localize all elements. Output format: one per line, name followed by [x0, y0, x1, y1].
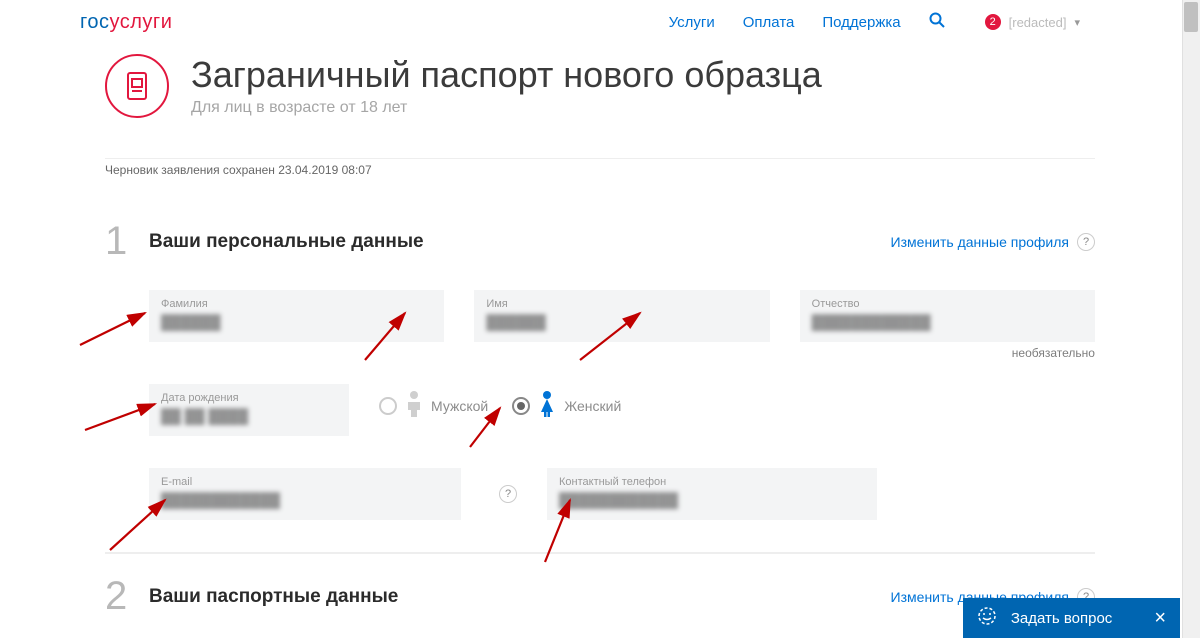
search-icon[interactable]	[929, 12, 945, 33]
help-icon[interactable]: ?	[499, 485, 517, 503]
logo-suffix: услуги	[109, 11, 172, 33]
phone-field[interactable]: Контактный телефон ████████████	[547, 468, 877, 520]
section-number-2: 2	[105, 574, 149, 619]
notification-badge[interactable]: 2	[985, 14, 1001, 30]
chat-button[interactable]: Задать вопрос ×	[963, 598, 1180, 638]
edit-profile-link-1[interactable]: Изменить данные профиля	[891, 234, 1069, 250]
firstname-value: ██████	[486, 314, 757, 332]
email-value: ████████████	[161, 492, 449, 510]
scrollbar-track[interactable]	[1182, 0, 1200, 638]
dob-label: Дата рождения	[161, 392, 337, 404]
firstname-field[interactable]: Имя ██████	[474, 290, 769, 342]
email-field[interactable]: E-mail ████████████	[149, 468, 461, 520]
lastname-value: ██████	[161, 314, 432, 332]
phone-label: Контактный телефон	[559, 476, 865, 488]
page-title: Заграничный паспорт нового образца	[191, 55, 822, 95]
email-label: E-mail	[161, 476, 449, 488]
section-title-1: Ваши персональные данные	[149, 231, 891, 253]
radio-unchecked-icon	[379, 397, 397, 415]
gender-female-option[interactable]: Женский	[512, 390, 621, 421]
close-icon[interactable]: ×	[1154, 607, 1166, 630]
lastname-label: Фамилия	[161, 298, 432, 310]
dob-field[interactable]: Дата рождения ██ ██ ████	[149, 384, 349, 436]
top-nav: Услуги Оплата Поддержка	[669, 12, 945, 33]
help-icon[interactable]: ?	[1077, 233, 1095, 251]
phone-value: ████████████	[559, 492, 865, 510]
section-passport-data: 2 Ваши паспортные данные Изменить данные…	[105, 574, 1095, 619]
gender-male-option[interactable]: Мужской	[379, 390, 488, 421]
nav-payment[interactable]: Оплата	[743, 14, 795, 31]
chevron-down-icon: ▾	[1074, 16, 1080, 29]
gender-female-label: Женский	[564, 398, 621, 414]
gender-male-label: Мужской	[431, 398, 488, 414]
middlename-optional-note: необязательно	[1012, 346, 1095, 360]
dob-value: ██ ██ ████	[161, 408, 337, 426]
female-person-icon	[536, 390, 558, 421]
chat-button-label: Задать вопрос	[1011, 610, 1112, 627]
page-subtitle: Для лиц в возрасте от 18 лет	[191, 99, 822, 117]
middlename-value: ████████████	[812, 314, 1083, 332]
radio-checked-icon	[512, 397, 530, 415]
firstname-label: Имя	[486, 298, 757, 310]
section-personal-data: 1 Ваши персональные данные Изменить данн…	[105, 219, 1095, 520]
user-menu[interactable]: 2 [redacted] ▾	[985, 14, 1080, 30]
male-person-icon	[403, 390, 425, 421]
draft-saved-note: Черновик заявления сохранен 23.04.2019 0…	[105, 158, 1095, 177]
nav-support[interactable]: Поддержка	[822, 14, 900, 31]
logo-prefix: гос	[80, 11, 109, 33]
passport-icon	[105, 54, 169, 118]
site-logo[interactable]: госуслуги	[80, 11, 172, 34]
nav-services[interactable]: Услуги	[669, 14, 715, 31]
chat-face-icon	[977, 606, 997, 631]
username-label: [redacted]	[1009, 15, 1067, 30]
gender-group: Мужской Женский	[379, 384, 621, 421]
middlename-label: Отчество	[812, 298, 1083, 310]
section-number-1: 1	[105, 219, 149, 264]
lastname-field[interactable]: Фамилия ██████	[149, 290, 444, 342]
scrollbar-thumb[interactable]	[1184, 2, 1198, 32]
middlename-field[interactable]: Отчество ████████████ необязательно	[800, 290, 1095, 342]
section-title-2: Ваши паспортные данные	[149, 586, 891, 608]
site-header: госуслуги Услуги Оплата Поддержка 2 [red…	[0, 0, 1200, 44]
